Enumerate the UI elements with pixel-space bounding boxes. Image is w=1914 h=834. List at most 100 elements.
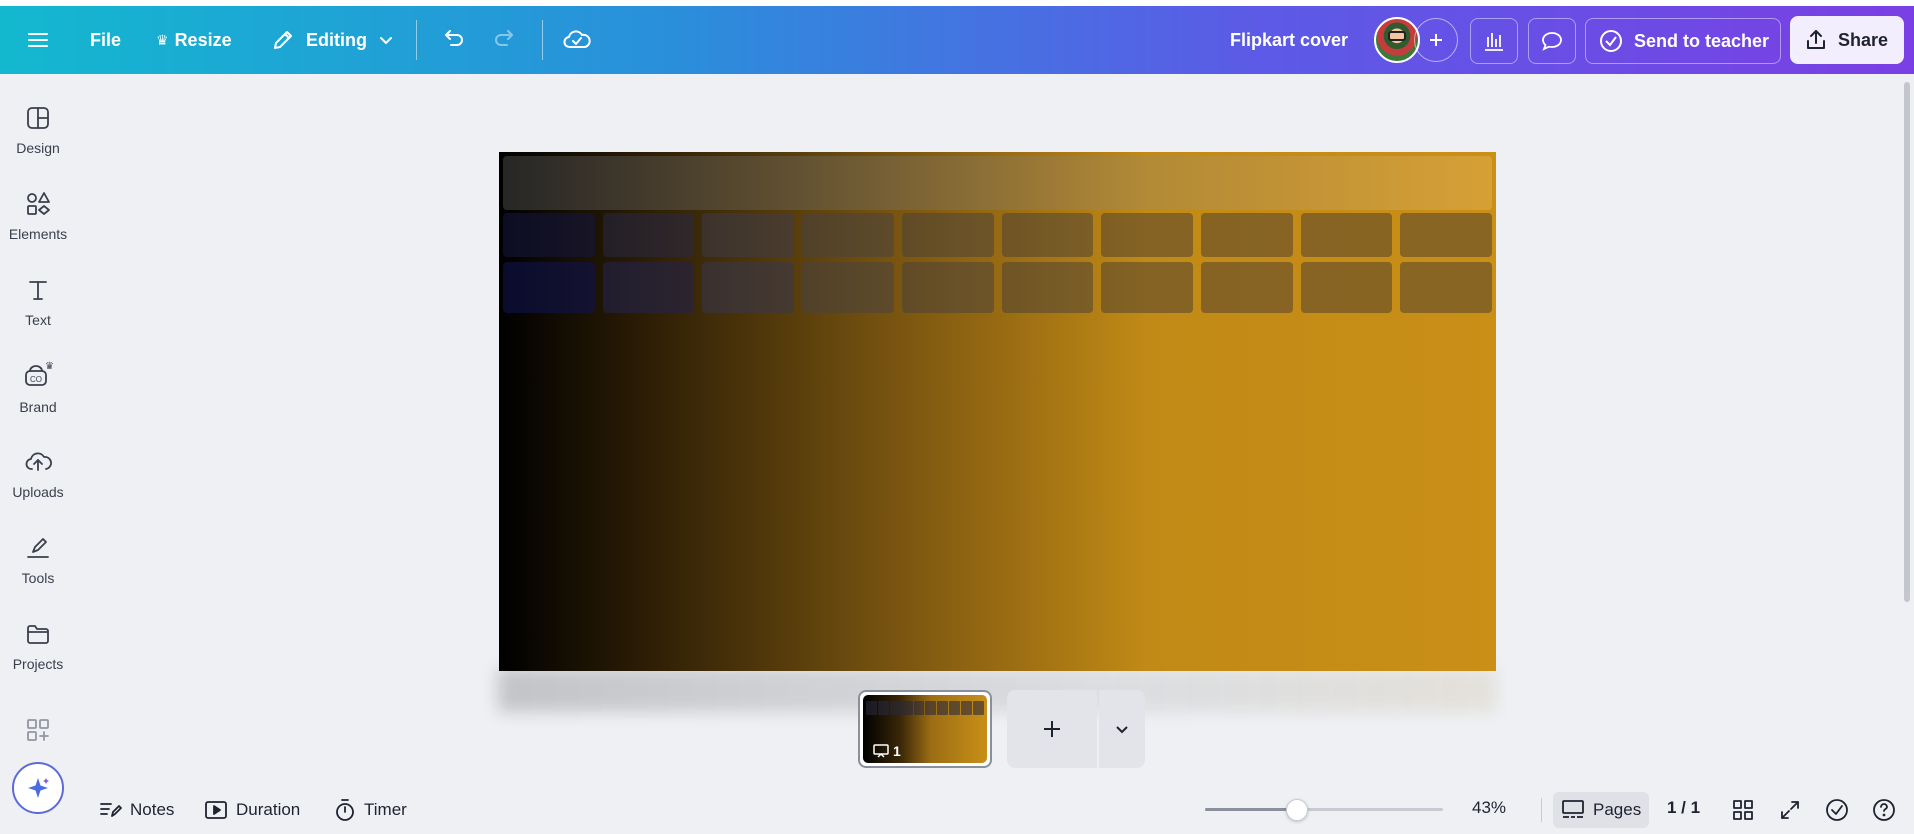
add-page-options-button[interactable] [1099,690,1145,768]
sparkle-icon [28,778,49,798]
add-collaborator-button[interactable] [1414,18,1458,62]
editing-mode-dropdown[interactable]: Editing [270,18,395,62]
fullscreen-icon [1781,801,1799,819]
help-button[interactable] [1870,796,1898,824]
sidebar-item-uploads[interactable]: Uploads [0,436,76,512]
grid-cell[interactable] [1400,213,1493,257]
resize-label: Resize [174,29,232,50]
editing-label: Editing [306,29,367,50]
comment-icon [1542,32,1562,51]
canvas-header-bar[interactable] [503,156,1492,210]
stopwatch-icon [336,799,354,821]
grid-cell[interactable] [1101,262,1193,313]
pages-layout-icon [1562,800,1584,818]
check-circle-icon [1826,799,1848,821]
grid-cell[interactable] [1101,213,1193,257]
undo-button[interactable] [438,18,466,62]
sidebar-item-design[interactable]: Design [0,92,76,168]
text-icon [29,281,47,300]
sidebar-label: Projects [12,656,64,672]
page-count: 1 / 1 [1667,798,1701,817]
sidebar-item-tools[interactable]: Tools [0,522,76,598]
page-number-label: 1 [893,743,901,759]
sidebar-label: Text [25,312,51,328]
play-box-icon [205,801,227,819]
page-thumbnail-number: 1 [873,743,901,759]
sidebar-item-brand[interactable]: CO ♛ Brand [0,350,76,426]
page-thumbnail-preview: 1 [863,695,987,763]
grid-cell[interactable] [602,262,695,313]
send-to-teacher-button[interactable]: Send to teacher [1585,18,1781,64]
grid-cell[interactable] [1300,262,1393,313]
send-to-teacher-label: Send to teacher [1634,30,1770,51]
zoom-percentage[interactable]: 43% [1472,798,1506,818]
grid-cell[interactable] [702,213,795,257]
check-button[interactable] [1823,796,1851,824]
plus-icon [1430,34,1442,46]
grid-cell[interactable] [802,213,894,257]
sidebar-item-text[interactable]: Text [0,264,76,340]
notes-label: Notes [130,800,175,819]
design-canvas[interactable] [499,152,1496,671]
pages-button[interactable]: Pages [1553,792,1649,828]
duration-button[interactable]: Duration [204,794,300,826]
grid-cell[interactable] [503,213,595,257]
duration-label: Duration [236,800,301,819]
svg-text:♛: ♛ [45,361,54,372]
grid-view-icon [1733,800,1753,820]
add-page-button[interactable] [1007,690,1097,768]
pen-tool-icon [27,538,49,558]
redo-icon [495,30,513,46]
grid-cell[interactable] [702,262,795,313]
redo-button[interactable] [492,18,520,62]
bar-chart-icon [1485,33,1503,51]
fullscreen-button[interactable] [1776,796,1804,824]
grid-cell[interactable] [1001,262,1094,313]
notes-button[interactable]: Notes [98,794,174,826]
sidebar-item-elements[interactable]: Elements [0,178,76,254]
grid-cell[interactable] [1400,262,1493,313]
grid-cell[interactable] [602,213,695,257]
check-circle-icon [1600,30,1622,52]
file-menu-label: File [90,29,122,50]
pencil-icon [274,31,292,49]
share-button[interactable]: Share [1790,16,1904,64]
cloud-upload-icon [25,452,52,471]
canvas-shadow [498,668,1496,712]
grid-cell[interactable] [1001,213,1094,257]
zoom-slider-fill [1205,808,1298,811]
grid-cell[interactable] [802,262,894,313]
grid-cell[interactable] [901,213,994,257]
zoom-slider[interactable] [1205,799,1443,821]
chevron-down-icon [1116,726,1128,734]
timer-button[interactable]: Timer [334,794,407,826]
file-menu-button[interactable]: File [90,18,121,62]
comments-button[interactable] [1528,18,1576,64]
page-thumbnail[interactable]: 1 [858,690,992,768]
crown-icon: ♛ [156,31,169,48]
left-sidebar: Design Elements Text CO ♛ Brand Uploads T… [0,74,76,834]
magic-assistant-button[interactable] [12,762,64,814]
canvas-grid-row-2 [503,262,1493,313]
plus-icon [1044,721,1060,737]
grid-cell[interactable] [1300,213,1393,257]
grid-view-button[interactable] [1729,796,1757,824]
sidebar-item-apps[interactable] [0,692,76,768]
notes-icon [100,803,122,817]
undo-icon [445,30,463,46]
grid-cell[interactable] [1200,213,1293,257]
folder-icon [27,625,49,644]
resize-button[interactable]: ♛ Resize [156,18,232,62]
help-icon [1873,799,1895,821]
grid-cell[interactable] [503,262,595,313]
hamburger-menu-icon[interactable] [24,18,52,62]
grid-cell[interactable] [901,262,994,313]
grid-cell[interactable] [1200,262,1293,313]
zoom-slider-handle[interactable] [1286,799,1309,821]
vertical-scrollbar[interactable] [1904,82,1910,602]
sidebar-item-projects[interactable]: Projects [0,608,76,684]
insights-button[interactable] [1470,18,1518,64]
document-title[interactable]: Flipkart cover [1230,6,1348,74]
cloud-saved-button[interactable] [562,18,592,62]
sidebar-label: Elements [8,226,68,242]
